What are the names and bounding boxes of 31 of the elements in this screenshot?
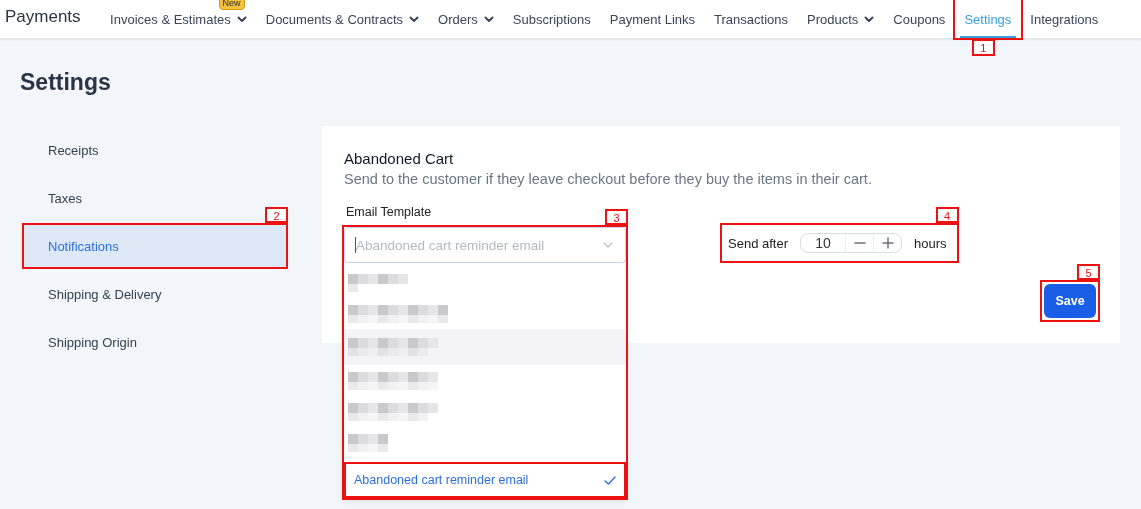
- nav-tab[interactable]: Subscriptions: [503, 0, 601, 38]
- placeholder-text: Abandoned cart reminder email: [356, 237, 546, 253]
- number-stepper[interactable]: 10: [800, 233, 902, 253]
- sidebar-item[interactable]: Shipping & Delivery: [24, 285, 286, 303]
- nav-tab[interactable]: New Invoices & Estimates: [100, 0, 257, 38]
- menu-option[interactable]: Abandoned cart reminder email: [344, 462, 626, 498]
- nav-tab[interactable]: Transactions: [704, 0, 798, 38]
- sidebar-item[interactable]: Shipping Origin: [24, 333, 286, 351]
- nav-tab[interactable]: Orders: [428, 0, 504, 38]
- nav-tab[interactable]: Products: [797, 0, 884, 38]
- sidebar-item[interactable]: Receipts: [24, 141, 286, 159]
- field-label: Email Template: [345, 205, 432, 219]
- section-description: Send to the customer if they leave checkout before they buy the items in their cart.: [344, 171, 873, 187]
- sidebar-item[interactable]: Taxes: [24, 189, 286, 207]
- nav-tab[interactable]: Coupons: [883, 0, 955, 38]
- app-title: Payments: [5, 6, 81, 28]
- annotation-number: 2: [265, 207, 288, 223]
- hours-label: hours: [914, 235, 947, 251]
- page-title: Settings: [20, 68, 112, 96]
- nav-tab[interactable]: Payment Links: [600, 0, 705, 38]
- annotation-number: 5: [1077, 264, 1100, 280]
- send-after-label: Send after: [728, 235, 788, 251]
- nav-tab[interactable]: Documents & Contracts: [256, 0, 429, 38]
- nav-tab[interactable]: Integrations: [1020, 0, 1108, 38]
- section-title: Abandoned Cart: [344, 150, 455, 167]
- annotation-number: 1: [971, 39, 995, 56]
- stepper-value[interactable]: 10: [801, 235, 845, 251]
- save-button[interactable]: Save: [1044, 284, 1096, 318]
- annotation-number: 4: [935, 207, 959, 223]
- new-badge: New: [218, 0, 245, 10]
- annotation-number: 3: [605, 209, 628, 225]
